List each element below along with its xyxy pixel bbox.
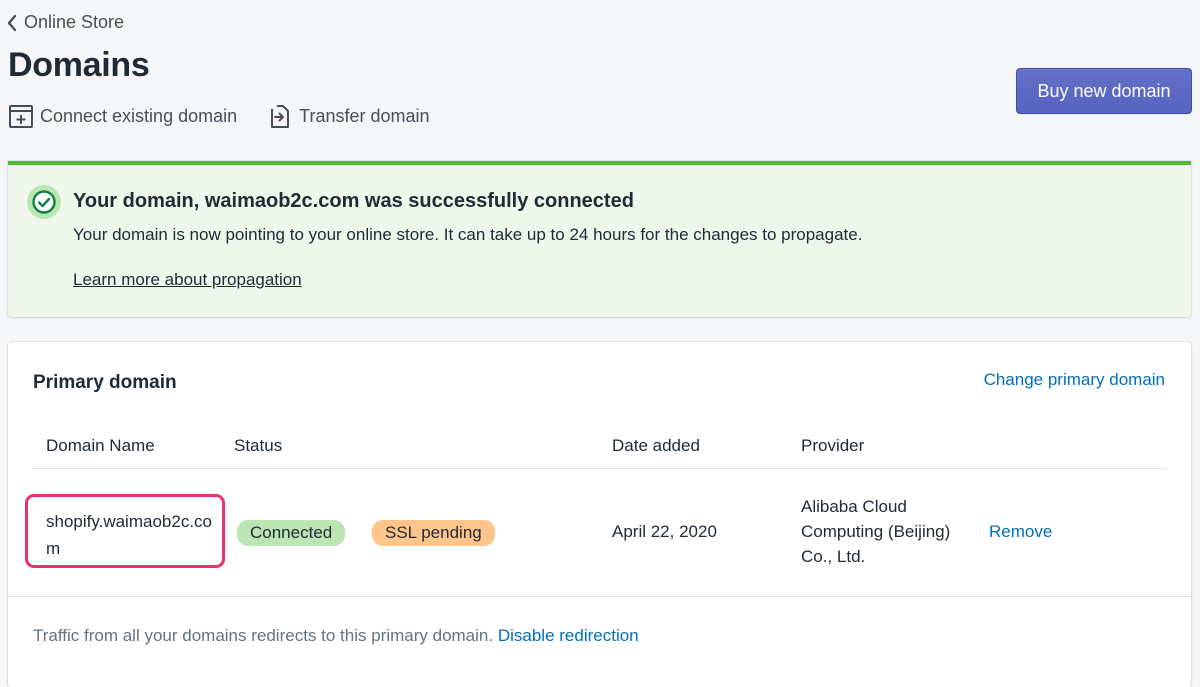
transfer-domain-icon	[271, 105, 290, 128]
card-footer-divider	[8, 596, 1191, 597]
primary-domain-card: Primary domain Change primary domain Dom…	[8, 342, 1191, 687]
banner-text: Your domain is now pointing to your onli…	[73, 225, 863, 244]
redirect-footer-text: Traffic from all your domains redirects …	[33, 626, 494, 645]
column-header-provider: Provider	[801, 436, 865, 455]
transfer-domain-action[interactable]: Transfer domain	[267, 103, 430, 129]
buy-new-domain-button[interactable]: Buy new domain	[1016, 68, 1192, 114]
status-badge-connected: Connected	[235, 518, 348, 548]
date-added-cell: April 22, 2020	[612, 522, 717, 541]
status-badge-ssl-pending: SSL pending	[370, 518, 497, 548]
page-title: Domains	[8, 46, 150, 84]
breadcrumb-back-link[interactable]: Online Store	[6, 12, 124, 33]
column-header-domain-name: Domain Name	[46, 436, 155, 455]
connect-existing-domain-action[interactable]: Connect existing domain	[8, 103, 237, 129]
secondary-actions: Connect existing domain Transfer domain	[8, 103, 430, 129]
banner-title: Your domain, waimaob2c.com was successfu…	[73, 190, 634, 212]
provider-cell: Alibaba Cloud Computing (Beijing) Co., L…	[801, 497, 951, 566]
domain-name-cell: shopify.waimaob2c.com	[46, 512, 212, 558]
change-primary-domain-link[interactable]: Change primary domain	[984, 370, 1165, 390]
transfer-domain-label: Transfer domain	[299, 105, 430, 126]
column-header-date-added: Date added	[612, 436, 700, 455]
column-header-status: Status	[234, 436, 283, 455]
disable-redirection-link[interactable]: Disable redirection	[498, 626, 639, 645]
card-title: Primary domain	[33, 372, 177, 393]
check-circle-icon	[32, 190, 56, 214]
redirect-footer: Traffic from all your domains redirects …	[33, 626, 639, 646]
success-banner: Your domain, waimaob2c.com was successfu…	[8, 161, 1191, 317]
table-header-divider	[33, 468, 1166, 469]
connect-existing-domain-label: Connect existing domain	[40, 105, 238, 126]
banner-icon-ring	[27, 185, 61, 219]
remove-domain-link[interactable]: Remove	[989, 522, 1052, 542]
connect-domain-icon	[9, 105, 33, 128]
chevron-left-icon	[7, 14, 17, 31]
learn-more-propagation-link[interactable]: Learn more about propagation	[73, 270, 302, 290]
breadcrumb-label: Online Store	[24, 12, 125, 32]
